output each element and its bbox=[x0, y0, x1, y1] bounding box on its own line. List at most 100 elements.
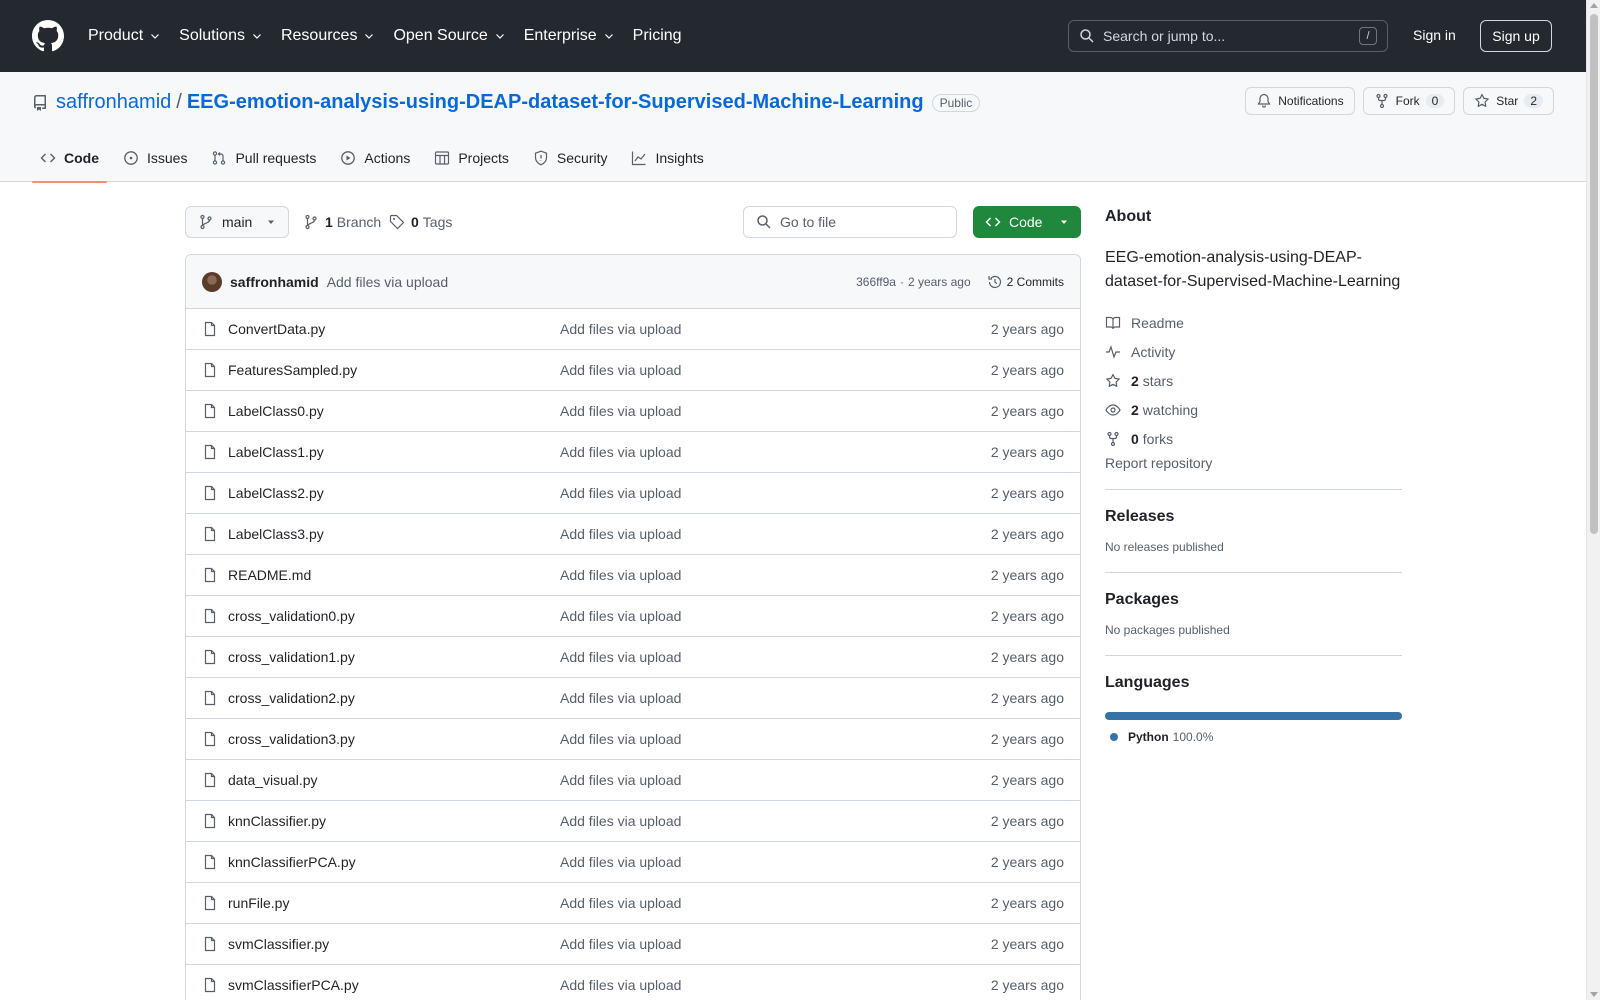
file-commit-message-link[interactable]: Add files via upload bbox=[560, 731, 991, 747]
file-row[interactable]: cross_validation2.py Add files via upload… bbox=[186, 678, 1080, 719]
releases-heading[interactable]: Releases bbox=[1105, 508, 1402, 526]
file-name-link[interactable]: data_visual.py bbox=[228, 772, 560, 788]
file-name-link[interactable]: cross_validation3.py bbox=[228, 731, 560, 747]
notifications-button[interactable]: Notifications bbox=[1245, 87, 1355, 115]
commit-author-link[interactable]: saffronhamid bbox=[230, 274, 319, 290]
tab-code-label: Code bbox=[64, 150, 99, 166]
scrollbar-thumb[interactable] bbox=[1590, 14, 1598, 534]
file-row[interactable]: cross_validation1.py Add files via upload… bbox=[186, 637, 1080, 678]
file-name-link[interactable]: FeaturesSampled.py bbox=[228, 362, 560, 378]
file-commit-message-link[interactable]: Add files via upload bbox=[560, 485, 991, 501]
nav-solutions-label: Solutions bbox=[179, 27, 245, 44]
nav-enterprise[interactable]: Enterprise bbox=[524, 27, 615, 45]
commit-hash-link[interactable]: 366ff9a bbox=[856, 275, 896, 289]
file-row[interactable]: data_visual.py Add files via upload 2 year… bbox=[186, 760, 1080, 801]
file-commit-message-link[interactable]: Add files via upload bbox=[560, 936, 991, 952]
file-row[interactable]: FeaturesSampled.py Add files via upload 2 … bbox=[186, 350, 1080, 391]
file-row[interactable]: LabelClass1.py Add files via upload 2 year… bbox=[186, 432, 1080, 473]
file-commit-message-link[interactable]: Add files via upload bbox=[560, 854, 991, 870]
file-row[interactable]: ConvertData.py Add files via upload 2 year… bbox=[186, 309, 1080, 350]
packages-heading[interactable]: Packages bbox=[1105, 591, 1402, 609]
file-commit-message-link[interactable]: Add files via upload bbox=[560, 649, 991, 665]
commits-history-link[interactable]: 2 Commits bbox=[987, 274, 1064, 290]
file-row[interactable]: svmClassifierPCA.py Add files via upload 2… bbox=[186, 965, 1080, 1000]
nav-open-source[interactable]: Open Source bbox=[393, 27, 505, 45]
file-name-link[interactable]: knnClassifierPCA.py bbox=[228, 854, 560, 870]
nav-resources[interactable]: Resources bbox=[281, 27, 375, 45]
file-row[interactable]: LabelClass2.py Add files via upload 2 year… bbox=[186, 473, 1080, 514]
file-row[interactable]: cross_validation0.py Add files via upload… bbox=[186, 596, 1080, 637]
branch-selector[interactable]: main bbox=[185, 206, 289, 238]
file-row[interactable]: knnClassifier.py Add files via upload 2 ye… bbox=[186, 801, 1080, 842]
activity-link[interactable]: Activity bbox=[1105, 337, 1402, 366]
file-name-link[interactable]: LabelClass3.py bbox=[228, 526, 560, 542]
repo-owner-link[interactable]: saffronhamid bbox=[56, 91, 171, 114]
file-commit-message-link[interactable]: Add files via upload bbox=[560, 567, 991, 583]
file-commit-message-link[interactable]: Add files via upload bbox=[560, 608, 991, 624]
file-commit-message-link[interactable]: Add files via upload bbox=[560, 321, 991, 337]
tab-security[interactable]: Security bbox=[525, 134, 616, 182]
file-commit-message-link[interactable]: Add files via upload bbox=[560, 813, 991, 829]
file-name-link[interactable]: LabelClass2.py bbox=[228, 485, 560, 501]
file-name-link[interactable]: svmClassifierPCA.py bbox=[228, 977, 560, 993]
file-name-link[interactable]: svmClassifier.py bbox=[228, 936, 560, 952]
file-commit-message-link[interactable]: Add files via upload bbox=[560, 362, 991, 378]
tab-insights[interactable]: Insights bbox=[623, 134, 711, 182]
tab-code[interactable]: Code bbox=[32, 134, 107, 183]
file-name-link[interactable]: cross_validation0.py bbox=[228, 608, 560, 624]
file-row[interactable]: LabelClass3.py Add files via upload 2 year… bbox=[186, 514, 1080, 555]
file-name-link[interactable]: knnClassifier.py bbox=[228, 813, 560, 829]
tab-actions[interactable]: Actions bbox=[332, 134, 418, 182]
github-logo-icon[interactable] bbox=[32, 20, 64, 52]
file-name-link[interactable]: cross_validation2.py bbox=[228, 690, 560, 706]
tab-pull-requests[interactable]: Pull requests bbox=[203, 134, 324, 182]
file-commit-message-link[interactable]: Add files via upload bbox=[560, 977, 991, 993]
nav-solutions[interactable]: Solutions bbox=[179, 27, 263, 45]
language-item[interactable]: Python 100.0% bbox=[1105, 730, 1402, 744]
readme-link[interactable]: Readme bbox=[1105, 308, 1402, 337]
page-scrollbar[interactable] bbox=[1586, 0, 1600, 1000]
branches-link[interactable]: 1 Branch bbox=[303, 206, 381, 238]
tab-issues[interactable]: Issues bbox=[115, 134, 195, 182]
file-name-link[interactable]: cross_validation1.py bbox=[228, 649, 560, 665]
file-commit-message-link[interactable]: Add files via upload bbox=[560, 895, 991, 911]
code-download-button[interactable]: Code bbox=[973, 206, 1081, 238]
repo-name-link[interactable]: EEG-emotion-analysis-using-DEAP-dataset-… bbox=[187, 91, 924, 114]
file-name-link[interactable]: LabelClass1.py bbox=[228, 444, 560, 460]
file-row[interactable]: knnClassifierPCA.py Add files via upload 2… bbox=[186, 842, 1080, 883]
file-commit-message-link[interactable]: Add files via upload bbox=[560, 526, 991, 542]
report-repository-link[interactable]: Report repository bbox=[1105, 455, 1402, 471]
file-name-link[interactable]: LabelClass0.py bbox=[228, 403, 560, 419]
sign-up-button[interactable]: Sign up bbox=[1480, 20, 1552, 52]
file-name-link[interactable]: runFile.py bbox=[228, 895, 560, 911]
file-row[interactable]: svmClassifier.py Add files via upload 2 ye… bbox=[186, 924, 1080, 965]
file-name-link[interactable]: ConvertData.py bbox=[228, 321, 560, 337]
file-name-link[interactable]: README.md bbox=[228, 567, 560, 583]
file-row[interactable]: cross_validation3.py Add files via upload… bbox=[186, 719, 1080, 760]
forks-link[interactable]: 0 forks bbox=[1105, 424, 1402, 453]
star-button[interactable]: Star 2 bbox=[1463, 87, 1554, 115]
file-row[interactable]: LabelClass0.py Add files via upload 2 year… bbox=[186, 391, 1080, 432]
scroll-up-arrow-icon[interactable] bbox=[1590, 3, 1598, 8]
scroll-down-arrow-icon[interactable] bbox=[1590, 992, 1598, 997]
sign-in-link[interactable]: Sign in bbox=[1413, 27, 1456, 43]
file-row[interactable]: README.md Add files via upload 2 years ago bbox=[186, 555, 1080, 596]
file-commit-message-link[interactable]: Add files via upload bbox=[560, 772, 991, 788]
watching-link[interactable]: 2 watching bbox=[1105, 395, 1402, 424]
file-commit-message-link[interactable]: Add files via upload bbox=[560, 444, 991, 460]
nav-pricing[interactable]: Pricing bbox=[633, 27, 682, 45]
nav-product[interactable]: Product bbox=[88, 27, 161, 45]
file-commit-time: 2 years ago bbox=[990, 731, 1064, 747]
file-commit-message-link[interactable]: Add files via upload bbox=[560, 690, 991, 706]
file-commit-message-link[interactable]: Add files via upload bbox=[560, 403, 991, 419]
tab-projects[interactable]: Projects bbox=[426, 134, 517, 182]
file-commit-time: 2 years ago bbox=[990, 567, 1064, 583]
file-row[interactable]: runFile.py Add files via upload 2 years ag… bbox=[186, 883, 1080, 924]
avatar[interactable] bbox=[202, 271, 222, 292]
go-to-file-input[interactable]: Go to file bbox=[743, 206, 957, 238]
commit-message-link[interactable]: Add files via upload bbox=[327, 274, 448, 290]
global-search-input[interactable]: Search or jump to... / bbox=[1068, 20, 1388, 52]
tags-link[interactable]: 0 Tags bbox=[389, 206, 452, 238]
stars-link[interactable]: 2 stars bbox=[1105, 366, 1402, 395]
fork-button[interactable]: Fork 0 bbox=[1362, 87, 1456, 115]
